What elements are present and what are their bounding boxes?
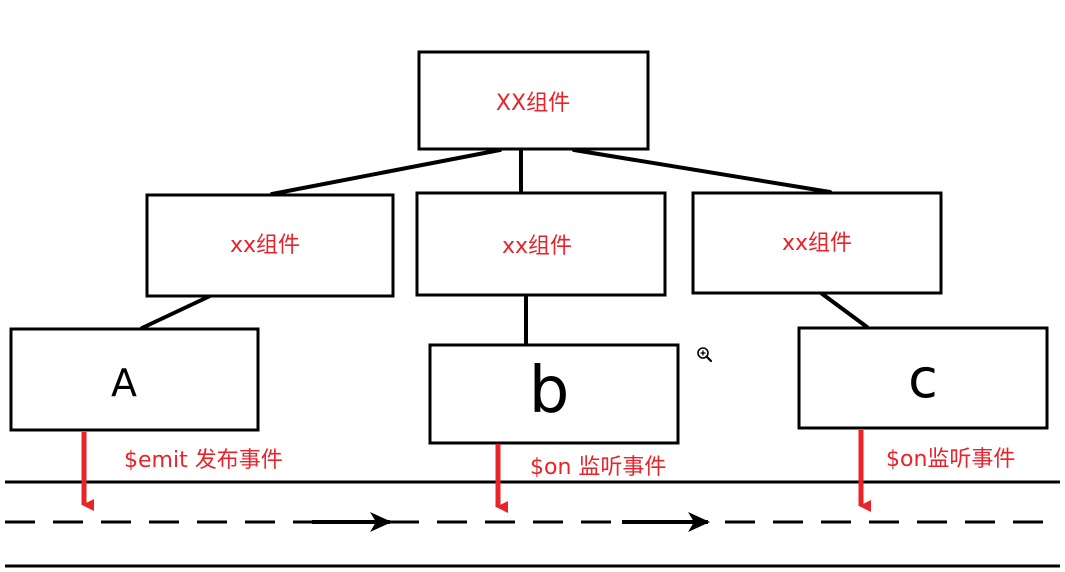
leaf-c-box: c <box>797 326 1049 430</box>
mid-right-component-box: xx组件 <box>691 191 943 295</box>
leaf-c-label: c <box>908 347 938 410</box>
component-tree-diagram: XX组件 xx组件 xx组件 xx组件 A b c $emit 发布事件 $on… <box>5 50 1060 568</box>
root-component-label: XX组件 <box>496 91 570 116</box>
connector-mid-right-to-c <box>819 291 869 329</box>
connector-root-to-mid-left <box>270 148 502 196</box>
zoom-in-icon <box>697 347 713 363</box>
on-b-event-label: $on 监听事件 <box>530 455 666 480</box>
mid-center-component-box: xx组件 <box>415 191 667 297</box>
connector-root-to-mid-right <box>572 148 832 194</box>
on-c-event-label: $on监听事件 <box>886 447 1015 472</box>
emit-event-label: $emit 发布事件 <box>124 448 283 473</box>
leaf-a-label: A <box>111 361 137 405</box>
mid-left-component-label: xx组件 <box>230 233 300 258</box>
leaf-a-box: A <box>9 327 260 432</box>
connector-mid-left-to-a <box>140 294 212 330</box>
root-component-box: XX组件 <box>417 50 650 151</box>
mid-center-component-label: xx组件 <box>502 234 572 259</box>
leaf-b-label: b <box>529 354 570 428</box>
mid-right-component-label: xx组件 <box>782 231 852 256</box>
mid-left-component-box: xx组件 <box>145 193 395 298</box>
leaf-b-box: b <box>428 343 680 445</box>
